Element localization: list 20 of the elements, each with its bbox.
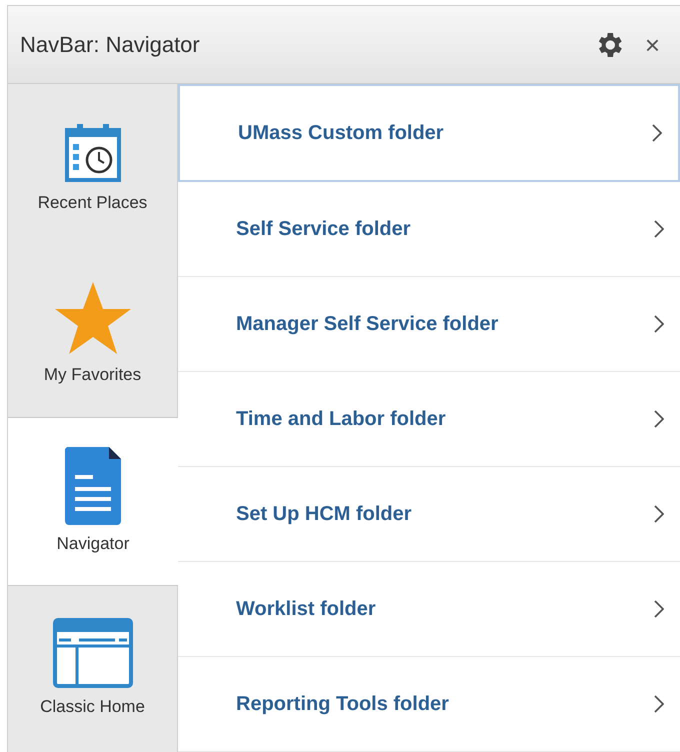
folder-item[interactable]: Manager Self Service folder — [178, 277, 680, 372]
folder-item[interactable]: Time and Labor folder — [178, 372, 680, 467]
chevron-right-icon — [654, 315, 664, 333]
panel-title: NavBar: Navigator — [20, 31, 200, 59]
chevron-right-icon — [654, 695, 664, 713]
document-icon — [63, 446, 123, 524]
folder-item[interactable]: Reporting Tools folder — [178, 657, 680, 752]
chevron-right-icon — [654, 410, 664, 428]
chevron-right-icon — [654, 220, 664, 238]
navbar-tab[interactable]: Navigator — [8, 417, 178, 586]
browser-window-icon — [52, 618, 132, 688]
star-icon — [52, 280, 132, 356]
folder-item[interactable]: UMass Custom folder — [178, 84, 680, 182]
chevron-right-icon — [654, 600, 664, 618]
close-button[interactable]: × — [644, 32, 660, 58]
folder-item[interactable]: Self Service folder — [178, 182, 680, 277]
chevron-right-icon — [654, 505, 664, 523]
folder-item[interactable]: Set Up HCM folder — [178, 467, 680, 562]
chevron-right-icon — [652, 124, 662, 142]
folder-item[interactable]: Worklist folder — [178, 562, 680, 657]
